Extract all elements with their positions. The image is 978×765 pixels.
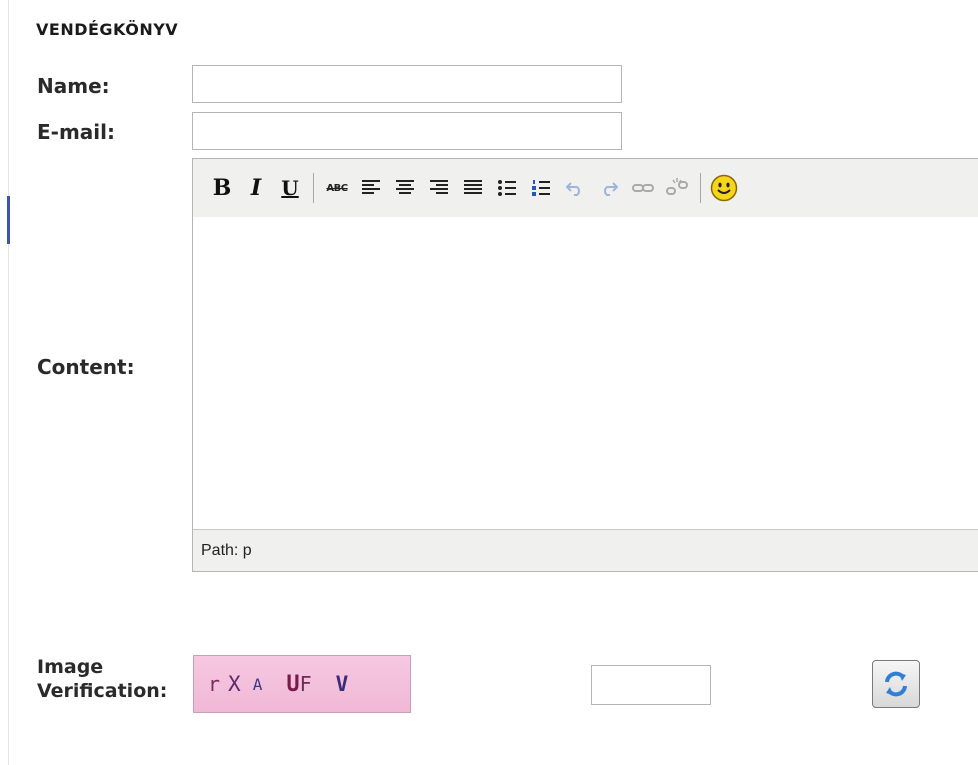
unlink-button[interactable] [660,171,694,205]
left-border-rule [8,0,9,765]
page-title: VENDÉGKÖNYV [36,20,179,39]
bullet-list-icon [498,180,516,196]
captcha-image: r X A U F V [193,655,411,713]
email-label: E-mail: [37,120,116,144]
name-label: Name: [37,74,110,98]
captcha-char: r [208,672,221,696]
captcha-char: U [286,671,300,697]
link-icon [632,184,654,192]
toolbar-separator [700,173,701,203]
numbered-list-icon [532,180,550,196]
unlink-icon [666,178,688,195]
underline-button[interactable]: U [273,171,307,205]
bullet-list-button[interactable] [490,171,524,205]
spellcheck-button[interactable]: ABC [320,171,354,205]
italic-button[interactable]: I [239,171,273,205]
align-center-button[interactable] [388,171,422,205]
align-right-icon [430,180,448,194]
bold-button[interactable]: B [205,171,239,205]
image-verification-label: Image Verification: [37,655,167,703]
name-field[interactable] [192,65,622,103]
align-center-icon [396,180,414,194]
left-accent-bar [7,196,10,244]
redo-button[interactable] [592,171,626,205]
undo-button[interactable] [558,171,592,205]
image-verification-label-line1: Image [37,656,104,678]
strikethrough-icon: ABC [326,182,348,194]
verification-input[interactable] [591,665,711,705]
undo-icon [565,182,580,196]
email-field[interactable] [192,112,622,150]
refresh-captcha-button[interactable] [872,660,920,708]
align-justify-icon [464,180,482,194]
image-verification-label-line2: Verification: [37,680,168,702]
captcha-char: A [252,674,263,694]
content-label: Content: [37,355,135,379]
captcha-char: V [335,672,349,696]
align-justify-button[interactable] [456,171,490,205]
refresh-icon [885,671,907,697]
numbered-list-button[interactable] [524,171,558,205]
editor-path: Path: p [201,541,252,559]
editor-status-bar: Path: p [193,529,978,571]
captcha-char: F [299,672,312,696]
editor-toolbar: B I U ABC [193,159,978,218]
redo-icon [604,182,619,196]
editor-content-area[interactable] [193,217,978,529]
align-left-button[interactable] [354,171,388,205]
rich-text-editor: B I U ABC Path: p [192,158,978,572]
emoticon-button[interactable] [707,171,741,205]
link-button[interactable] [626,171,660,205]
align-right-button[interactable] [422,171,456,205]
captcha-char: X [228,672,241,696]
toolbar-separator [313,173,314,203]
align-left-icon [362,180,380,194]
smiley-icon [710,174,738,202]
